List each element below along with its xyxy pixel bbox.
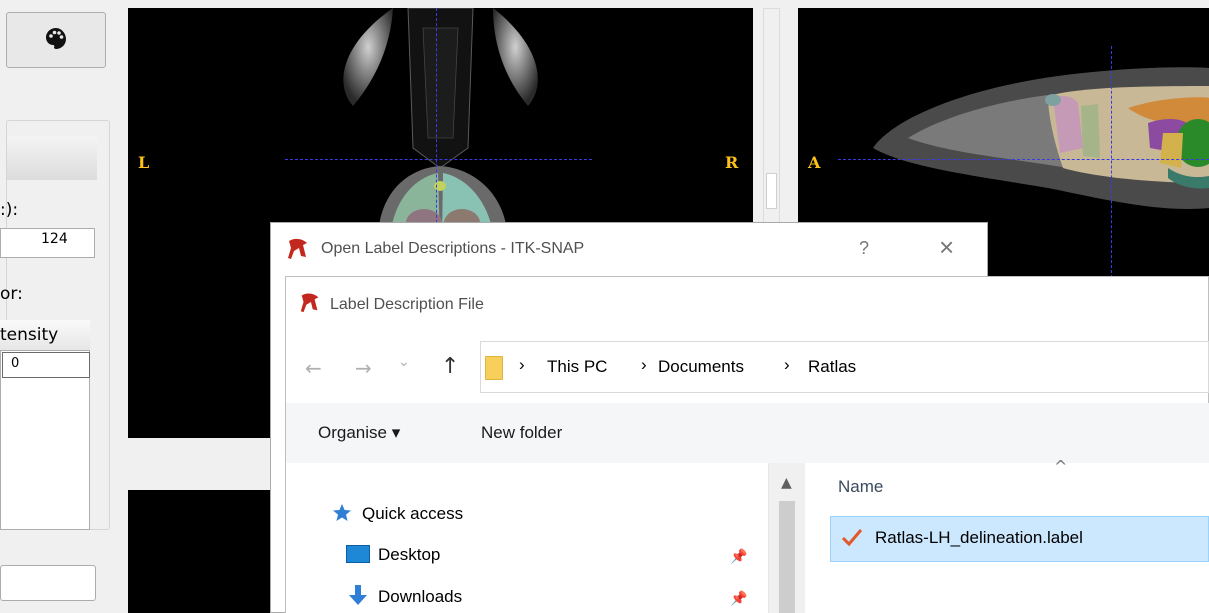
view-gap bbox=[128, 438, 288, 490]
field-label-1: :): bbox=[0, 200, 19, 220]
pin-icon[interactable]: 📌 bbox=[730, 549, 747, 565]
close-button[interactable]: × bbox=[939, 232, 954, 263]
scroll-thumb[interactable] bbox=[779, 501, 795, 613]
palette-icon bbox=[44, 26, 68, 54]
coronal-view[interactable] bbox=[128, 490, 288, 613]
address-bar[interactable]: › This PC › Documents › Ratlas bbox=[480, 341, 1209, 393]
breadcrumb-documents[interactable]: Documents bbox=[658, 357, 744, 377]
itksnap-icon bbox=[298, 290, 322, 318]
group-header bbox=[7, 136, 97, 180]
table-column-header[interactable]: tensity bbox=[0, 320, 90, 351]
crosshair-vertical bbox=[436, 8, 437, 233]
numeric-field[interactable]: 124 bbox=[0, 228, 95, 258]
star-icon bbox=[332, 503, 352, 527]
palette-button[interactable] bbox=[6, 12, 106, 68]
splitter[interactable] bbox=[120, 0, 128, 613]
table-cell-editor[interactable]: 0 bbox=[2, 352, 90, 378]
file-row[interactable]: Ratlas-LH_delineation.label bbox=[830, 516, 1209, 562]
nav-item-quick-access[interactable]: Quick access bbox=[362, 504, 463, 524]
orientation-right-label: R bbox=[725, 153, 739, 172]
column-header-name[interactable]: Name bbox=[838, 477, 883, 497]
breadcrumb-ratlas[interactable]: Ratlas bbox=[808, 357, 856, 377]
back-arrow-icon[interactable]: ← bbox=[305, 356, 322, 380]
organise-menu[interactable]: Organise ▾ bbox=[318, 423, 400, 443]
scroll-up-icon[interactable]: ▲ bbox=[781, 475, 792, 491]
itksnap-icon bbox=[285, 235, 311, 265]
desktop-icon bbox=[346, 545, 370, 563]
orientation-anterior-label: A bbox=[808, 153, 821, 172]
orientation-left-label: L bbox=[138, 153, 150, 172]
bottom-input[interactable] bbox=[0, 565, 96, 601]
forward-arrow-icon[interactable]: → bbox=[355, 356, 372, 380]
command-bar: Organise ▾ New folder bbox=[286, 403, 1209, 463]
breadcrumb-separator: › bbox=[784, 355, 790, 374]
field-label-2: or: bbox=[0, 284, 23, 304]
crosshair-horizontal bbox=[285, 159, 592, 160]
nav-item-downloads[interactable]: Downloads bbox=[378, 587, 462, 607]
folder-icon bbox=[485, 356, 503, 380]
nav-item-desktop[interactable]: Desktop bbox=[378, 545, 440, 565]
left-control-panel: :): 124 or: tensity 0 bbox=[0, 0, 120, 613]
file-dialog-title: Label Description File bbox=[330, 296, 484, 313]
dialog-title: Open Label Descriptions - ITK-SNAP bbox=[321, 240, 585, 257]
download-icon bbox=[348, 585, 368, 611]
view-scrollbar[interactable] bbox=[763, 8, 780, 248]
breadcrumb-separator: › bbox=[641, 355, 647, 374]
new-folder-button[interactable]: New folder bbox=[481, 423, 562, 443]
pin-icon[interactable]: 📌 bbox=[730, 591, 747, 607]
nav-pane-scrollbar[interactable]: ▲ bbox=[768, 463, 805, 613]
file-name: Ratlas-LH_delineation.label bbox=[875, 528, 1083, 547]
crosshair-vertical bbox=[1111, 46, 1112, 278]
breadcrumb-this-pc[interactable]: This PC bbox=[547, 357, 607, 377]
navigation-pane: Quick access Desktop 📌 Downloads 📌 bbox=[286, 463, 806, 613]
help-button[interactable]: ? bbox=[859, 238, 869, 259]
breadcrumb-separator: › bbox=[519, 355, 525, 374]
sort-ascending-icon: ^ bbox=[1054, 457, 1068, 476]
crosshair-horizontal bbox=[838, 159, 1209, 160]
recent-dropdown-icon[interactable]: ⌄ bbox=[398, 354, 410, 370]
up-arrow-icon[interactable]: ↑ bbox=[441, 354, 459, 379]
checkmark-icon bbox=[841, 527, 863, 551]
